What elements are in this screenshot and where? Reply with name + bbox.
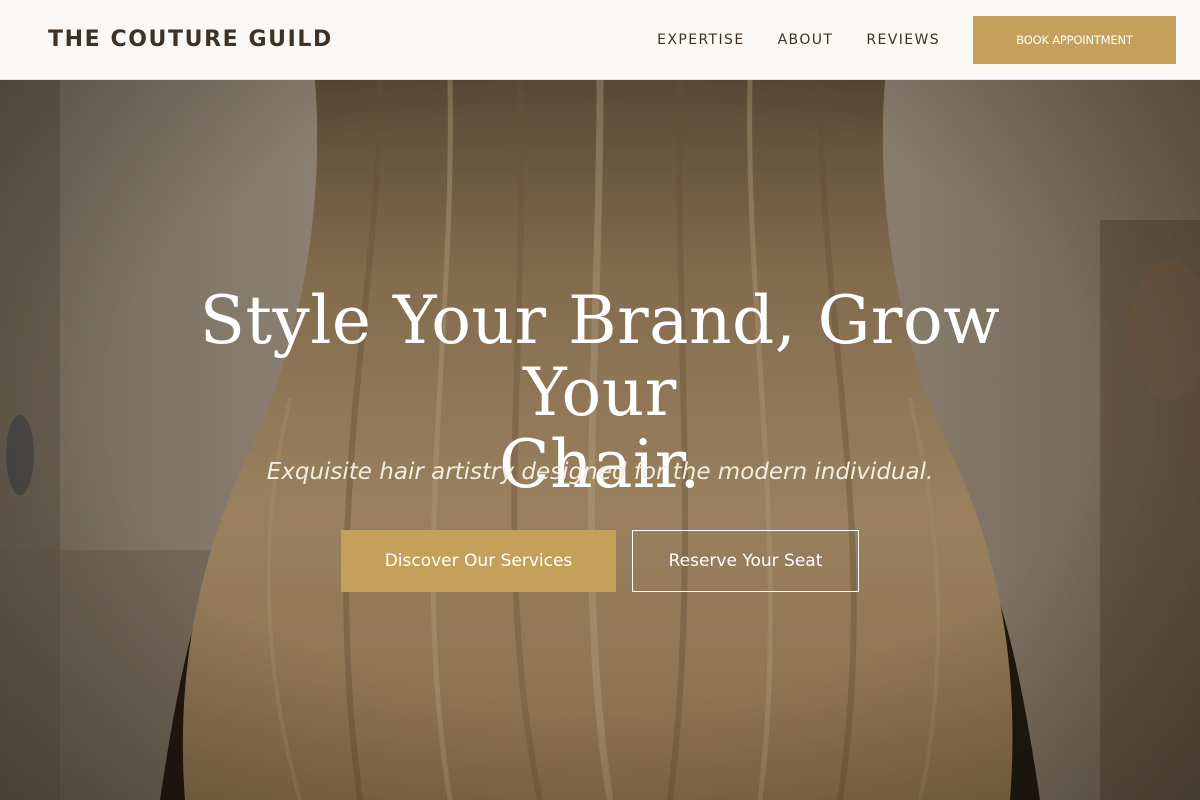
nav-link-about[interactable]: ABOUT bbox=[778, 32, 834, 48]
discover-services-button[interactable]: Discover Our Services bbox=[341, 530, 616, 592]
site-logo[interactable]: THE COUTURE GUILD bbox=[48, 24, 333, 56]
reserve-seat-button[interactable]: Reserve Your Seat bbox=[632, 530, 859, 592]
hero-subtitle: Exquisite hair artistry designed for the… bbox=[266, 459, 934, 485]
main-nav: EXPERTISE ABOUT REVIEWS bbox=[657, 0, 940, 80]
book-appointment-button[interactable]: BOOK APPOINTMENT bbox=[973, 16, 1176, 64]
nav-link-expertise[interactable]: EXPERTISE bbox=[657, 32, 744, 48]
nav-link-reviews[interactable]: REVIEWS bbox=[866, 32, 940, 48]
hero-section: Style Your Brand, Grow Your Chair. Exqui… bbox=[0, 80, 1200, 800]
hero-content: Style Your Brand, Grow Your Chair. Exqui… bbox=[0, 80, 1200, 800]
site-header: THE COUTURE GUILD EXPERTISE ABOUT REVIEW… bbox=[0, 0, 1200, 80]
hero-title-line-1: Style Your Brand, Grow Your bbox=[199, 282, 1001, 431]
